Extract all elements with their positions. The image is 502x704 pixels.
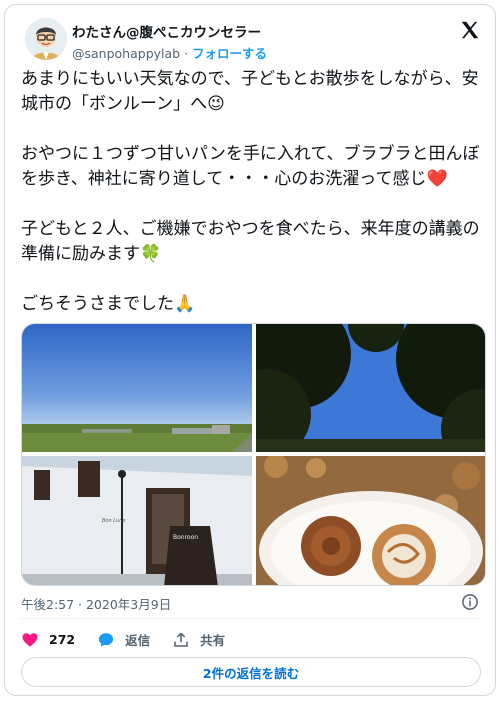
heart-icon: [22, 632, 38, 647]
author-handle-row: @sanpohappylab · フォローする: [72, 43, 267, 62]
read-replies-label: 2件の返信を読む: [202, 665, 300, 681]
share-button[interactable]: 共有: [172, 630, 225, 649]
author-handle[interactable]: @sanpohappylab: [72, 46, 180, 61]
tweet-text: あまりにもいい天気なので、子どもとお散歩をしながら、安城市の「ボンルーン」へ😉 …: [21, 67, 483, 317]
read-replies-button[interactable]: 2件の返信を読む: [21, 657, 481, 687]
tweet-card: わたさん@腹ぺこカウンセラー @sanpohappylab · フォローする あ…: [4, 4, 496, 696]
photo-trees-sky[interactable]: [256, 324, 485, 452]
author-name[interactable]: わたさん@腹ぺこカウンセラー: [72, 21, 261, 41]
media-grid: Bonroon Bon Lune: [21, 323, 486, 586]
tweet-paragraph: おやつに１つずつ甘いパンを手に入れて、ブラブラと田んぼを歩き、神社に寄り道して・…: [21, 144, 480, 189]
tweet-paragraph: 子どもと２人、ご機嫌でおやつを食べたら、来年度の講義の準備に励みます🍀: [21, 219, 480, 264]
info-icon[interactable]: [461, 593, 479, 611]
photo-shop-front[interactable]: Bonroon Bon Lune: [22, 456, 252, 585]
x-logo-icon[interactable]: [459, 19, 481, 41]
sign-text: Bonroon: [173, 534, 198, 541]
tweet-timestamp[interactable]: 午後2:57 · 2020年3月9日: [21, 594, 171, 613]
reply-label: 返信: [125, 633, 151, 648]
reply-bubble-icon: [98, 632, 114, 647]
reply-button[interactable]: 返信: [97, 630, 150, 649]
separator-dot: ·: [184, 46, 189, 61]
share-icon: [174, 632, 188, 647]
follow-button[interactable]: フォローする: [192, 46, 267, 61]
avatar[interactable]: [25, 18, 67, 60]
photo-pastries[interactable]: [256, 456, 485, 585]
tweet-paragraph: あまりにもいい天気なので、子どもとお散歩をしながら、安城市の「ボンルーン」へ😉: [21, 69, 479, 114]
like-button[interactable]: 272: [21, 631, 75, 649]
divider: [21, 618, 481, 619]
photo-field-sky[interactable]: [22, 324, 252, 452]
tweet-paragraph: ごちそうさまでした🙏: [21, 294, 196, 314]
like-count: 272: [49, 632, 76, 647]
share-label: 共有: [200, 633, 226, 648]
facade-text: Bon Lune: [102, 518, 125, 524]
action-bar: 272 返信 共有: [21, 630, 247, 649]
